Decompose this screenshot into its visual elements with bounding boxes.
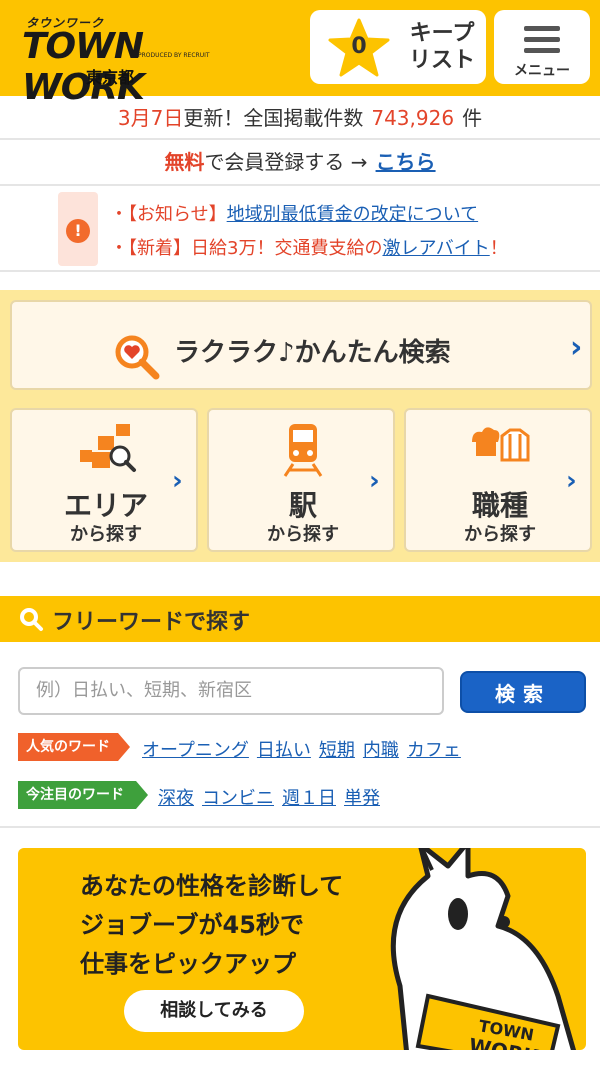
- easy-search-label: ラクラク♪かんたん検索: [174, 338, 451, 368]
- keyword-link[interactable]: コンビニ: [202, 788, 274, 809]
- notice-link-rare-job[interactable]: 激レアバイト: [382, 238, 489, 259]
- info-icon: !: [66, 219, 90, 243]
- chevron-right-icon: ›: [369, 466, 380, 496]
- train-icon: [283, 424, 323, 477]
- chevron-right-icon: ›: [172, 466, 183, 496]
- header: タウンワーク TOWN WORK PRODUCED BY RECRUIT 東京都…: [0, 0, 600, 108]
- banner-line: 仕事をピックアップ: [80, 950, 296, 978]
- consult-button[interactable]: 相談してみる: [124, 990, 304, 1032]
- uniform-icon: [472, 427, 530, 462]
- register-text: で会員登録する →: [204, 150, 368, 174]
- update-text: 更新！全国掲載件数: [183, 106, 364, 130]
- register-banner: 無料で会員登録する → こちら: [0, 142, 600, 186]
- keyword-link[interactable]: 日払い: [257, 740, 311, 761]
- listing-unit: 件: [462, 106, 483, 130]
- notice-item: ・【お知らせ】地域別最低賃金の改定について: [110, 204, 479, 225]
- area-search-button[interactable]: エリア から探す ›: [10, 408, 198, 552]
- hot-words-tag: 今注目のワード: [18, 781, 148, 809]
- popular-words-tag: 人気のワード: [18, 733, 130, 761]
- station-sub-label: から探す: [267, 524, 339, 545]
- register-link[interactable]: こちら: [376, 150, 436, 174]
- listing-count: 743,926: [371, 106, 455, 130]
- map-area-icon: [80, 424, 136, 472]
- job-type-search-button[interactable]: 職種 から探す ›: [404, 408, 592, 552]
- keep-list-button[interactable]: 0 キープ リスト: [310, 10, 486, 84]
- search-icon: [20, 608, 43, 631]
- notices: ! ・【お知らせ】地域別最低賃金の改定について ・【新着】日給3万！交通費支給の…: [0, 188, 600, 272]
- logo-produced: PRODUCED BY RECRUIT: [138, 52, 210, 59]
- keyword-link[interactable]: 週１日: [282, 788, 336, 809]
- keyword-link[interactable]: オープニング: [142, 740, 249, 761]
- station-search-button[interactable]: 駅 から探す ›: [207, 408, 395, 552]
- popular-words: オープニング 日払い 短期 内職 カフェ: [142, 736, 469, 762]
- keep-count: 0: [351, 34, 367, 59]
- hamburger-icon: [524, 26, 560, 59]
- chevron-right-icon: ›: [570, 330, 583, 365]
- divider: [0, 826, 600, 828]
- update-date: 3月7日: [117, 106, 184, 130]
- chevron-right-icon: ›: [566, 466, 577, 496]
- hot-words: 深夜 コンビニ 週１日 単発: [158, 784, 388, 810]
- keyword-link[interactable]: カフェ: [407, 740, 461, 761]
- menu-button[interactable]: メニュー: [494, 10, 590, 84]
- menu-label: メニュー: [514, 63, 570, 79]
- free-label: 無料: [164, 150, 205, 174]
- job-type-sub-label: から探す: [464, 524, 536, 545]
- freeword-input[interactable]: 例）日払い、短期、新宿区: [18, 667, 444, 715]
- personality-diagnosis-banner[interactable]: あなたの性格を診断して ジョブーブが45秒で 仕事をピックアップ 相談してみる …: [18, 848, 586, 1050]
- region-label: 東京都: [86, 68, 135, 87]
- update-info: 3月7日更新！全国掲載件数 743,926 件: [0, 96, 600, 140]
- keyword-link[interactable]: 単発: [344, 788, 380, 809]
- freeword-title: フリーワードで探す: [52, 610, 251, 635]
- banner-line: あなたの性格を診断して: [80, 872, 344, 900]
- notice-link-minimum-wage[interactable]: 地域別最低賃金の改定について: [227, 204, 478, 225]
- notice-item: ・【新着】日給3万！交通費支給の激レアバイト！: [110, 238, 508, 259]
- freeword-header: フリーワードで探す: [0, 596, 600, 642]
- keyword-link[interactable]: 内職: [363, 740, 399, 761]
- keep-label: キープ リスト: [408, 21, 475, 73]
- search-panel: ラクラク♪かんたん検索 › エリア から探す › 駅 から探す › 職種 から探…: [0, 290, 600, 562]
- keyword-link[interactable]: 短期: [319, 740, 355, 761]
- heart-search-icon: [115, 335, 160, 380]
- townwork-logo[interactable]: タウンワーク TOWN WORK PRODUCED BY RECRUIT: [20, 10, 210, 108]
- jobub-mascot: TOWN WORK: [390, 848, 577, 1050]
- search-button[interactable]: 検索: [460, 671, 586, 713]
- banner-line: ジョブーブが45秒で: [80, 911, 304, 939]
- easy-search-button[interactable]: ラクラク♪かんたん検索 ›: [10, 300, 592, 390]
- keyword-link[interactable]: 深夜: [158, 788, 194, 809]
- area-sub-label: から探す: [70, 524, 142, 545]
- info-box: !: [58, 192, 98, 266]
